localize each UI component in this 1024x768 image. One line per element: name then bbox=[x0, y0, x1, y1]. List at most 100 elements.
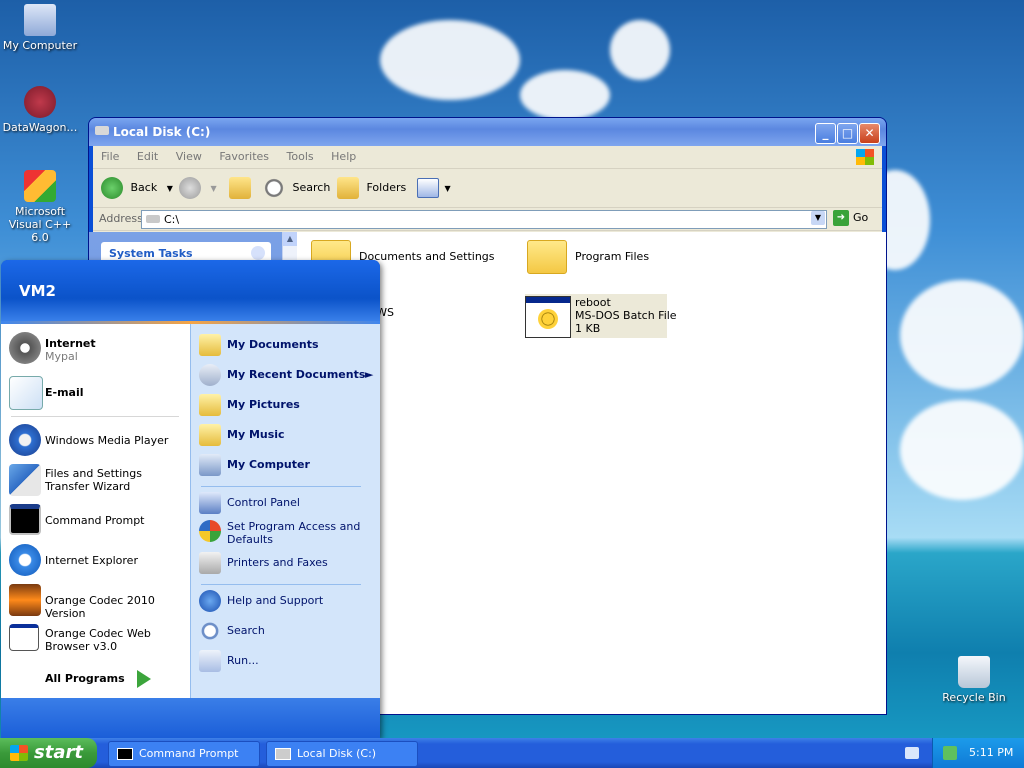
place-run[interactable]: Run... bbox=[199, 650, 375, 674]
start-menu-header: VM2 bbox=[1, 260, 380, 324]
system-tray: 5:11 PM bbox=[932, 738, 1024, 768]
menu-help[interactable]: Help bbox=[331, 150, 356, 163]
pinned-internet[interactable]: Internet Mypal bbox=[7, 332, 183, 366]
place-control-panel[interactable]: Control Panel bbox=[199, 492, 375, 516]
scroll-up-button[interactable]: ▲ bbox=[283, 232, 297, 246]
taskbar-button-local-disk[interactable]: Local Disk (C:) bbox=[266, 741, 418, 767]
folders-icon bbox=[337, 177, 359, 199]
menu-favorites[interactable]: Favorites bbox=[219, 150, 269, 163]
command-prompt-icon bbox=[117, 748, 133, 760]
place-search[interactable]: Search bbox=[199, 620, 375, 644]
desktop-icon-recycle-bin[interactable]: Recycle Bin bbox=[934, 656, 1014, 704]
web-browser-icon bbox=[9, 624, 39, 651]
network-tray-icon[interactable] bbox=[943, 746, 957, 760]
search-icon bbox=[199, 620, 221, 642]
taskbar-button-command-prompt[interactable]: Command Prompt bbox=[108, 741, 260, 767]
desktop-icon-datawagon[interactable]: DataWagon… bbox=[0, 86, 80, 134]
file-size: 1 KB bbox=[575, 322, 601, 335]
folder-pictures-icon bbox=[199, 394, 221, 416]
go-button[interactable]: ➜ Go bbox=[833, 210, 868, 226]
up-folder-icon bbox=[229, 177, 251, 199]
views-button[interactable]: ▼ bbox=[417, 177, 451, 199]
toolbar: Back ▼ ▼ Search Folders ▼ bbox=[93, 169, 882, 208]
up-folder-button[interactable] bbox=[229, 177, 251, 199]
folders-button[interactable]: Folders bbox=[337, 177, 406, 199]
file-item-program-files[interactable]: Program Files bbox=[527, 238, 727, 282]
command-prompt-icon bbox=[9, 504, 41, 535]
raccoon-browser-icon bbox=[9, 332, 41, 364]
email-icon bbox=[9, 376, 43, 410]
views-icon bbox=[417, 178, 439, 198]
recent-transfer-wizard[interactable]: Files and Settings Transfer Wizard bbox=[7, 464, 183, 498]
file-item-reboot[interactable]: reboot MS-DOS Batch File 1 KB bbox=[525, 294, 677, 338]
start-menu: VM2 Internet Mypal E-mail Windows Media P… bbox=[1, 260, 380, 738]
recent-docs-icon bbox=[199, 364, 221, 386]
start-menu-right: My Documents My Recent Documents ► My Pi… bbox=[190, 324, 380, 698]
search-button[interactable]: Search bbox=[263, 177, 330, 199]
forward-arrow-icon bbox=[179, 177, 201, 199]
forward-button[interactable]: ▼ bbox=[179, 177, 217, 199]
keyboard-icon[interactable] bbox=[905, 747, 919, 759]
place-my-music[interactable]: My Music bbox=[199, 424, 375, 448]
address-bar: Address C:\ ▼ ➜ Go bbox=[93, 208, 882, 231]
recent-internet-explorer[interactable]: Internet Explorer bbox=[7, 544, 183, 578]
windows-flag-icon bbox=[10, 745, 28, 761]
file-list: Documents and Settings Program Files DOW… bbox=[297, 232, 886, 714]
program-access-icon bbox=[199, 520, 221, 542]
all-programs-button[interactable]: All Programs bbox=[45, 670, 151, 688]
datawagon-shortcut-icon bbox=[24, 86, 56, 118]
menu-view[interactable]: View bbox=[176, 150, 202, 163]
window-title: Local Disk (C:) bbox=[113, 125, 211, 139]
pinned-email[interactable]: E-mail bbox=[7, 376, 183, 410]
recycle-bin-icon bbox=[958, 656, 990, 688]
magnifier-icon bbox=[263, 177, 285, 199]
help-icon bbox=[199, 590, 221, 612]
maximize-button[interactable]: □ bbox=[837, 123, 858, 144]
close-button[interactable]: ✕ bbox=[859, 123, 880, 144]
run-icon bbox=[199, 650, 221, 672]
green-arrow-icon bbox=[136, 670, 151, 688]
place-help-support[interactable]: Help and Support bbox=[199, 590, 375, 614]
back-button[interactable]: Back ▼ bbox=[101, 177, 173, 199]
go-arrow-icon: ➜ bbox=[833, 210, 849, 226]
printer-icon bbox=[199, 552, 221, 574]
file-name: reboot bbox=[575, 296, 611, 309]
computer-icon bbox=[199, 454, 221, 476]
place-my-pictures[interactable]: My Pictures bbox=[199, 394, 375, 418]
start-button[interactable]: start bbox=[0, 738, 97, 768]
menu-edit[interactable]: Edit bbox=[137, 150, 158, 163]
place-my-documents[interactable]: My Documents bbox=[199, 334, 375, 358]
address-input[interactable]: C:\ bbox=[141, 210, 827, 229]
chevron-down-icon[interactable]: ▼ bbox=[445, 184, 451, 193]
chevron-down-icon[interactable]: ▼ bbox=[211, 184, 217, 193]
address-label: Address bbox=[99, 212, 143, 225]
desktop-icon-visual-cpp[interactable]: Microsoft Visual C++ 6.0 bbox=[0, 170, 80, 244]
recent-media-player[interactable]: Windows Media Player bbox=[7, 424, 183, 458]
window-titlebar[interactable]: Local Disk (C:) _ □ ✕ bbox=[89, 118, 886, 146]
drive-icon bbox=[146, 215, 160, 223]
taskbar: start Command Prompt Local Disk (C:) 5:1… bbox=[0, 738, 1024, 768]
control-panel-icon bbox=[199, 492, 221, 514]
recent-command-prompt[interactable]: Command Prompt bbox=[7, 504, 183, 538]
submenu-arrow-icon: ► bbox=[365, 368, 374, 381]
collapse-chevron-icon[interactable] bbox=[251, 246, 265, 260]
place-my-computer[interactable]: My Computer bbox=[199, 454, 375, 478]
recent-web-browser[interactable]: Orange Codec Web Browser v3.0 bbox=[7, 624, 183, 658]
desktop-icon-my-computer[interactable]: My Computer bbox=[0, 4, 80, 52]
address-dropdown-button[interactable]: ▼ bbox=[811, 211, 825, 225]
batch-file-icon bbox=[525, 296, 571, 338]
menu-file[interactable]: File bbox=[101, 150, 119, 163]
place-my-recent-documents[interactable]: My Recent Documents ► bbox=[199, 364, 375, 388]
my-computer-icon bbox=[24, 4, 56, 36]
chevron-down-icon[interactable]: ▼ bbox=[167, 184, 173, 193]
recent-orange-codec[interactable]: Orange Codec 2010 Version bbox=[7, 584, 183, 620]
windows-logo-icon bbox=[856, 149, 874, 165]
orange-codec-icon bbox=[9, 584, 41, 616]
menu-bar: File Edit View Favorites Tools Help bbox=[93, 146, 882, 169]
user-name: VM2 bbox=[19, 282, 56, 300]
minimize-button[interactable]: _ bbox=[815, 123, 836, 144]
place-printers-faxes[interactable]: Printers and Faxes bbox=[199, 552, 375, 576]
clock[interactable]: 5:11 PM bbox=[969, 746, 1013, 759]
menu-tools[interactable]: Tools bbox=[287, 150, 314, 163]
place-program-access[interactable]: Set Program Access and Defaults bbox=[199, 520, 375, 550]
